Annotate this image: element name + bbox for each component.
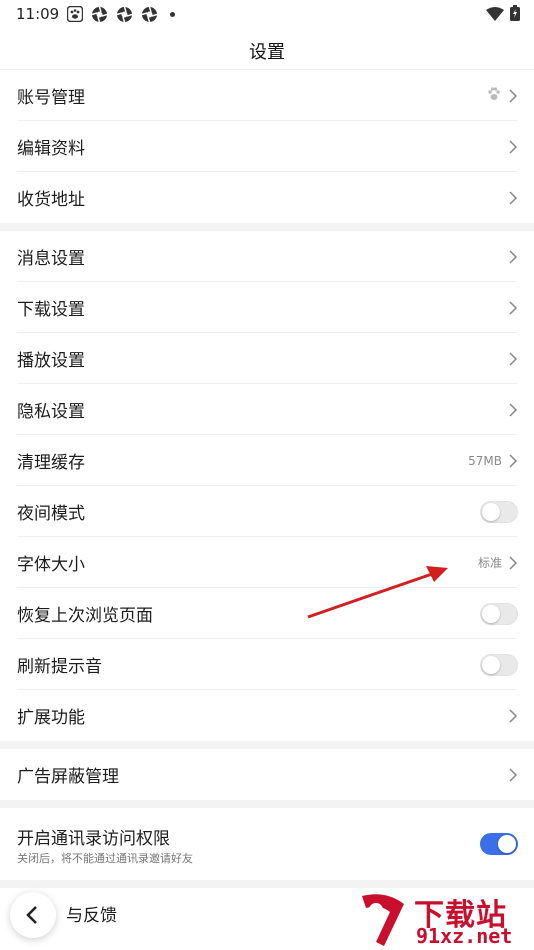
chevron-right-icon <box>508 453 518 468</box>
settings-item-sublabel: 关闭后，将不能通过通讯录邀请好友 <box>17 852 193 865</box>
section-separator <box>0 223 534 231</box>
night-mode-toggle[interactable] <box>480 500 518 523</box>
chevron-right-icon <box>508 300 518 315</box>
settings-item-edit-profile[interactable]: 编辑资料 <box>0 121 534 172</box>
settings-item-account[interactable]: 账号管理 <box>0 70 534 121</box>
settings-item-label: 夜间模式 <box>17 504 85 524</box>
chevron-right-icon <box>508 88 518 103</box>
chevron-right-icon <box>508 555 518 570</box>
settings-item-label: 扩展功能 <box>17 708 85 728</box>
watermark-url: 91xz.net <box>416 924 513 948</box>
settings-item-label: 隐私设置 <box>17 402 85 422</box>
paw-app-icon <box>66 6 83 23</box>
more-notifications-dot <box>170 11 175 17</box>
watermark: 下载站 91xz.net <box>356 888 530 950</box>
status-bar: 11:09 <box>0 0 534 30</box>
settings-item-label: 字体大小 <box>17 555 85 575</box>
paw-icon <box>486 86 502 106</box>
aperture-app-icon <box>91 6 108 23</box>
settings-item-label: 开启通讯录访问权限 <box>17 829 170 849</box>
chevron-right-icon <box>508 767 518 782</box>
settings-item-download[interactable]: 下载设置 <box>0 282 534 333</box>
settings-item-extensions[interactable]: 扩展功能 <box>0 690 534 741</box>
settings-item-label: 消息设置 <box>17 249 85 269</box>
title-bar: 设置 <box>0 30 534 70</box>
chevron-right-icon <box>508 402 518 417</box>
back-button[interactable] <box>10 892 56 938</box>
settings-item-label: 下载设置 <box>17 300 85 320</box>
wifi-icon <box>486 6 504 25</box>
chevron-left-icon <box>26 906 37 924</box>
system-icons <box>486 5 520 25</box>
cache-size-value: 57MB <box>468 453 502 468</box>
settings-item-playback[interactable]: 播放设置 <box>0 333 534 384</box>
settings-item-label: 恢复上次浏览页面 <box>17 606 153 626</box>
status-time: 11:09 <box>16 5 60 23</box>
notification-icons <box>66 5 175 23</box>
settings-item-contacts-permission: 开启通讯录访问权限 关闭后，将不能通过通讯录邀请好友 <box>0 808 534 880</box>
settings-item-refresh-sound: 刷新提示音 <box>0 639 534 690</box>
refresh-sound-toggle[interactable] <box>480 653 518 676</box>
settings-item-label: 刷新提示音 <box>17 657 102 677</box>
settings-item-ad-block[interactable]: 广告屏蔽管理 <box>0 749 534 800</box>
font-size-value: 标准 <box>477 556 502 570</box>
settings-item-shipping-address[interactable]: 收货地址 <box>0 172 534 223</box>
restore-last-page-toggle[interactable] <box>480 602 518 625</box>
chevron-right-icon <box>508 249 518 264</box>
section-separator <box>0 741 534 749</box>
red-arrow-annotation <box>307 566 448 619</box>
settings-item-label: 与反馈 <box>66 906 117 926</box>
contacts-permission-toggle[interactable] <box>480 833 518 855</box>
settings-item-privacy[interactable]: 隐私设置 <box>0 384 534 435</box>
settings-item-label: 账号管理 <box>17 88 85 108</box>
page-title: 设置 <box>249 42 285 63</box>
battery-charging-icon <box>510 5 520 25</box>
chevron-right-icon <box>508 708 518 723</box>
settings-item-label: 广告屏蔽管理 <box>17 767 119 787</box>
chevron-right-icon <box>508 139 518 154</box>
settings-item-label: 清理缓存 <box>17 453 85 473</box>
watermark-logo <box>362 894 404 946</box>
aperture-app-icon <box>141 6 158 23</box>
section-separator <box>0 800 534 808</box>
settings-item-label: 编辑资料 <box>17 139 85 159</box>
chevron-right-icon <box>508 190 518 205</box>
aperture-app-icon <box>116 6 133 23</box>
settings-item-night-mode: 夜间模式 <box>0 486 534 537</box>
settings-item-notifications[interactable]: 消息设置 <box>0 231 534 282</box>
chevron-right-icon <box>508 351 518 366</box>
settings-item-clear-cache[interactable]: 清理缓存 57MB <box>0 435 534 486</box>
settings-item-label: 收货地址 <box>17 190 85 210</box>
settings-item-label: 播放设置 <box>17 351 85 371</box>
section-separator <box>0 880 534 888</box>
